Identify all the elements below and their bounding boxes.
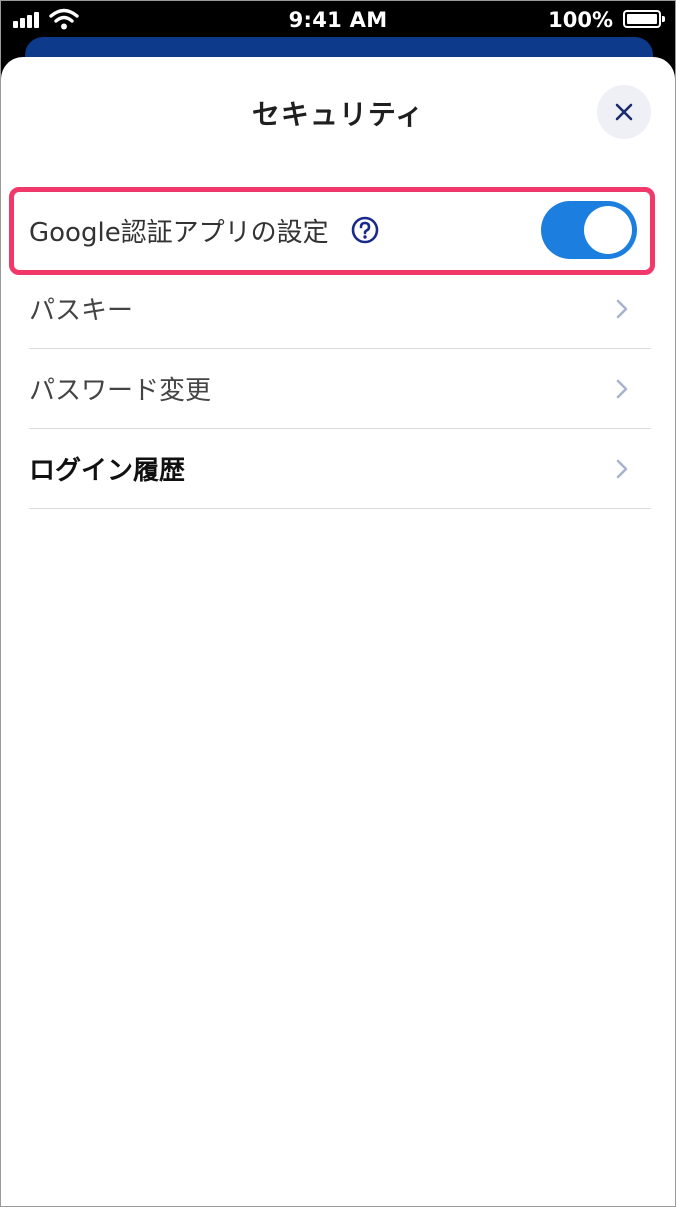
status-bar: 9:41 AM 100% <box>1 1 675 37</box>
help-icon[interactable] <box>351 216 379 244</box>
passkey-row[interactable]: パスキー <box>29 269 651 349</box>
page-title: セキュリティ <box>251 98 425 131</box>
security-settings-list: Google認証アプリの設定 パスキー パスワード変更 ログイン履歴 <box>29 191 651 509</box>
chevron-right-icon <box>616 459 628 478</box>
google-authenticator-row: Google認証アプリの設定 <box>29 191 651 269</box>
toggle-knob <box>584 206 632 254</box>
google-authenticator-label: Google認証アプリの設定 <box>29 217 329 248</box>
login-history-row[interactable]: ログイン履歴 <box>29 429 651 509</box>
change-password-row[interactable]: パスワード変更 <box>29 349 651 429</box>
close-button[interactable] <box>597 85 651 139</box>
security-sheet: セキュリティ Google認証アプリの設定 パスキー パスワード変更 ログイン履… <box>1 57 675 1206</box>
chevron-right-icon <box>616 379 628 398</box>
battery-percentage: 100% <box>548 8 613 32</box>
battery-icon <box>623 10 665 28</box>
google-authenticator-toggle[interactable] <box>541 201 637 259</box>
chevron-right-icon <box>616 299 628 318</box>
phone-frame: 9:41 AM 100% セキュリティ Google認証アプリの設定 パスキー … <box>0 0 676 1207</box>
login-history-label: ログイン履歴 <box>29 456 186 486</box>
close-icon <box>615 103 633 121</box>
passkey-label: パスキー <box>29 296 134 326</box>
change-password-label: パスワード変更 <box>29 376 212 406</box>
